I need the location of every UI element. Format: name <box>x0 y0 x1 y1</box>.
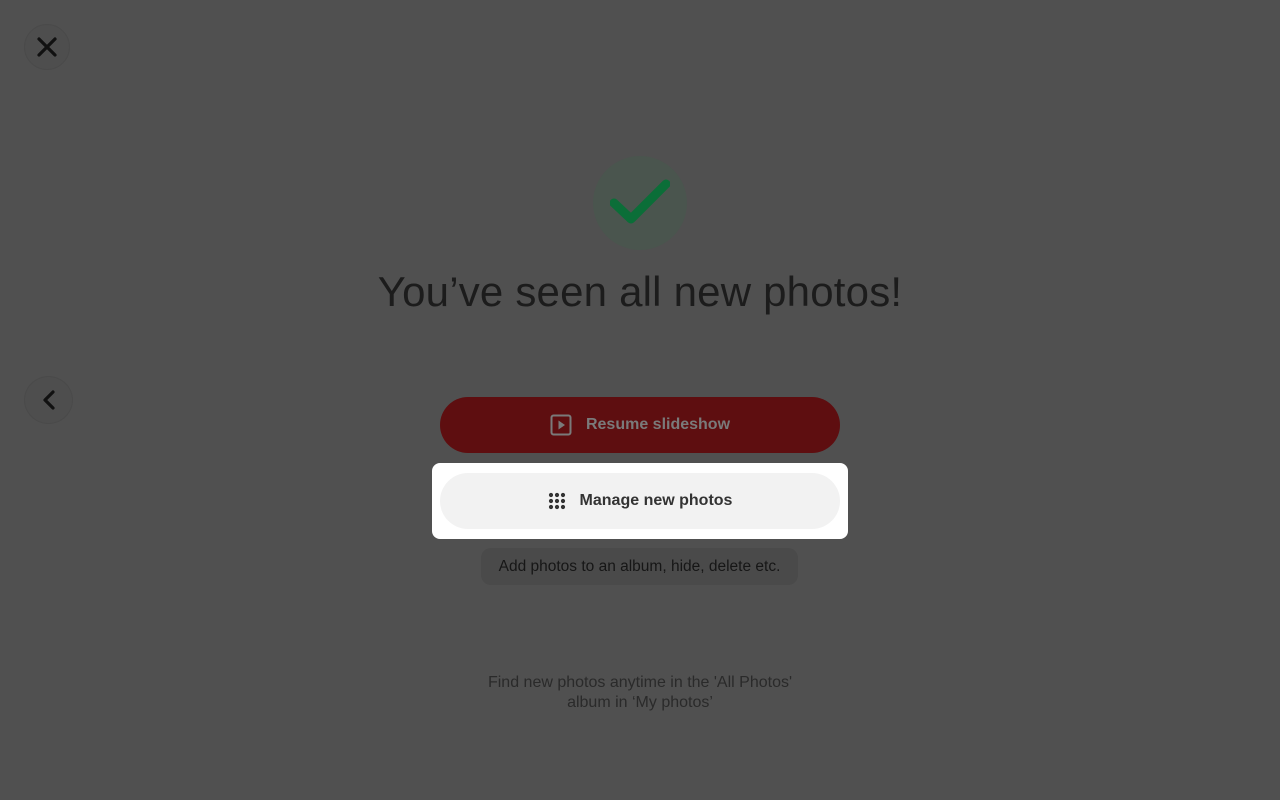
footer-note: Find new photos anytime in the 'All Phot… <box>0 673 1280 713</box>
resume-slideshow-button[interactable]: Resume slideshow <box>440 397 840 453</box>
checkmark-icon <box>610 179 670 227</box>
play-box-icon <box>550 414 572 436</box>
footer-note-line-1: Find new photos anytime in the 'All Phot… <box>487 674 793 691</box>
grid-dots-icon <box>548 492 566 510</box>
chevron-left-icon <box>41 390 57 410</box>
page-title: You’ve seen all new photos! <box>377 268 903 315</box>
manage-new-photos-button[interactable]: Manage new photos <box>440 473 840 529</box>
success-badge <box>593 156 687 250</box>
close-button[interactable] <box>24 24 70 70</box>
resume-slideshow-label: Resume slideshow <box>585 416 731 433</box>
close-icon <box>36 36 58 58</box>
back-button[interactable] <box>24 376 73 424</box>
manage-new-photos-label: Manage new photos <box>579 492 733 509</box>
footer-note-line-2: album in ‘My photos’ <box>567 694 713 711</box>
manage-hint-tooltip: Add photos to an album, hide, delete etc… <box>481 548 798 585</box>
